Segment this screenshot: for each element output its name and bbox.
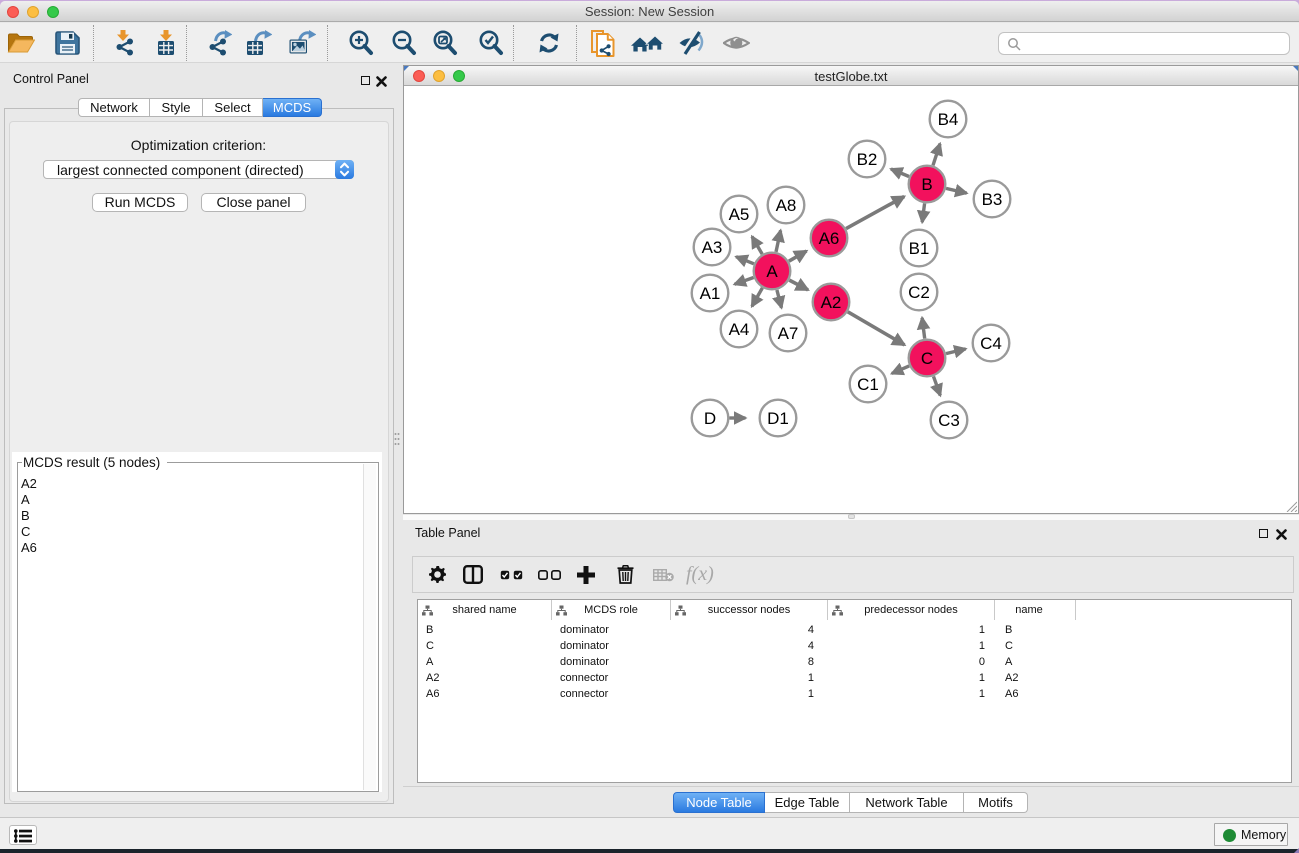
svg-text:A8: A8 [776, 196, 797, 215]
svg-text:B4: B4 [938, 110, 959, 129]
svg-text:B3: B3 [982, 190, 1003, 209]
svg-text:C: C [921, 349, 933, 368]
svg-text:D1: D1 [767, 409, 789, 428]
svg-text:A2: A2 [821, 293, 842, 312]
svg-text:C1: C1 [857, 375, 879, 394]
svg-text:B1: B1 [909, 239, 930, 258]
svg-text:A5: A5 [729, 205, 750, 224]
svg-text:A4: A4 [729, 320, 750, 339]
svg-text:C2: C2 [908, 283, 930, 302]
svg-text:A3: A3 [702, 238, 723, 257]
svg-text:C4: C4 [980, 334, 1002, 353]
svg-text:A6: A6 [819, 229, 840, 248]
svg-text:A7: A7 [778, 324, 799, 343]
svg-text:C3: C3 [938, 411, 960, 430]
svg-text:B2: B2 [857, 150, 878, 169]
svg-text:B: B [921, 175, 932, 194]
svg-text:D: D [704, 409, 716, 428]
svg-text:A1: A1 [700, 284, 721, 303]
svg-text:A: A [766, 262, 778, 281]
